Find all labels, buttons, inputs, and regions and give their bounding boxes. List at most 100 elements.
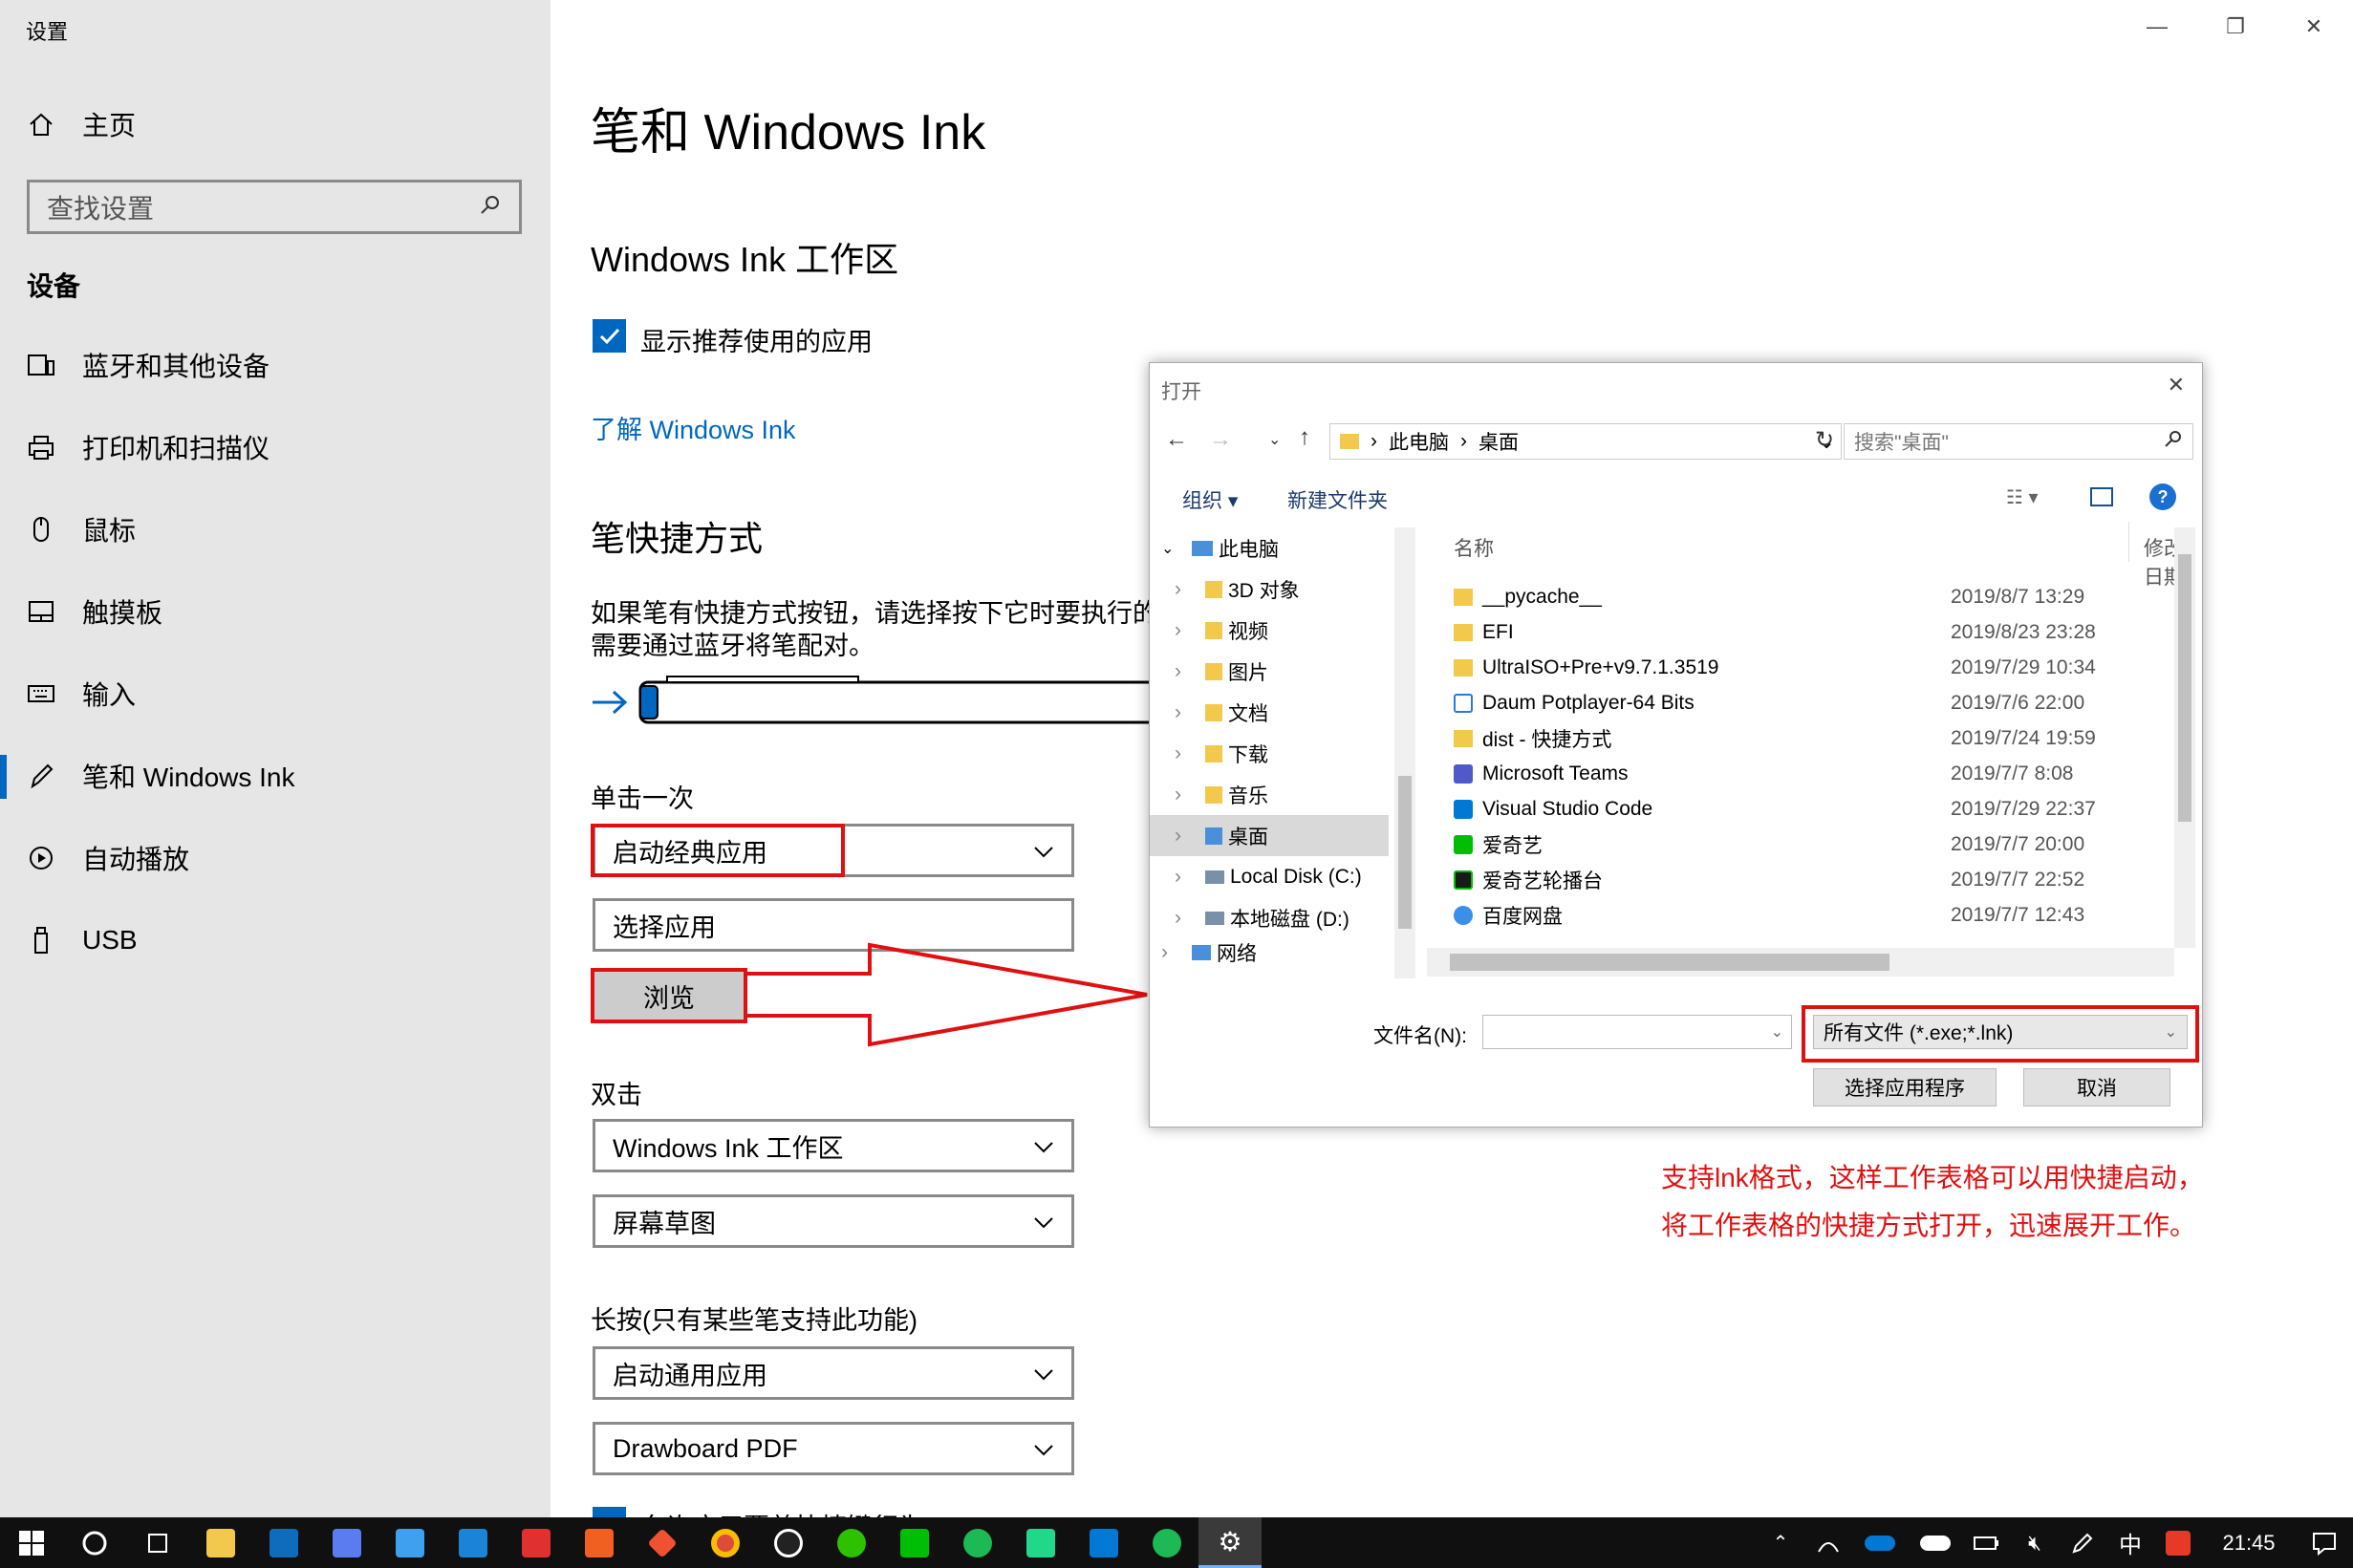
tree-item-desktop[interactable]: › 桌面 (1150, 815, 1389, 856)
close-button[interactable]: ✕ (2275, 0, 2353, 54)
horizontal-scrollbar[interactable] (1427, 948, 2174, 977)
scrollbar-thumb[interactable] (1398, 776, 1412, 929)
breadcrumb-this-pc[interactable]: 此电脑 (1389, 427, 1449, 456)
help-icon[interactable]: ? (2149, 483, 2176, 510)
sidebar-item-autoplay[interactable]: 自动播放 (0, 829, 550, 887)
sidebar-item-pen[interactable]: 笔和 Windows Ink (0, 747, 550, 805)
clock[interactable]: 21:45 (2202, 1531, 2296, 1556)
sidebar-item-home[interactable]: 主页 (0, 96, 550, 153)
history-chevron-icon[interactable]: ⌄ (1268, 430, 1281, 449)
pycharm-taskbar[interactable] (1009, 1517, 1072, 1568)
select-app-button[interactable]: 选择应用程序 (1813, 1068, 1997, 1106)
tree-item-3d-objects[interactable]: › 3D 对象 (1150, 569, 1389, 610)
file-row[interactable]: 爱奇艺轮播台 2019/7/7 22:52 (1454, 862, 2180, 897)
sidebar-item-mouse[interactable]: 鼠标 (0, 501, 550, 558)
app-taskbar-2[interactable] (378, 1517, 442, 1568)
file-row[interactable]: EFI 2019/8/23 23:28 (1454, 614, 2180, 650)
settings-taskbar[interactable]: ⚙ (1198, 1517, 1262, 1568)
view-options-icon[interactable]: ☷ ▾ (2006, 485, 2039, 509)
tree-item-documents[interactable]: › 文档 (1150, 692, 1389, 733)
sidebar-item-label: 打印机和扫描仪 (82, 434, 270, 463)
file-date: 2019/7/7 20:00 (1951, 832, 2085, 855)
pen-workspace-icon[interactable] (2059, 1517, 2106, 1568)
tree-item-local-disk-c[interactable]: › Local Disk (C:) (1150, 856, 1389, 897)
iqiyi-taskbar[interactable] (883, 1517, 946, 1568)
app-taskbar-1[interactable] (315, 1517, 378, 1568)
show-apps-checkbox[interactable] (593, 319, 626, 353)
long-press-app-dropdown[interactable]: Drawboard PDF (593, 1422, 1074, 1475)
expand-chevron-icon: ⌄ (1161, 540, 1175, 557)
app-taskbar-3[interactable] (505, 1517, 568, 1568)
filename-input[interactable]: ⌄ (1482, 1015, 1792, 1049)
wifi-icon[interactable] (1804, 1517, 1852, 1568)
tree-item-pictures[interactable]: › 图片 (1150, 651, 1389, 692)
sidebar-item-touchpad[interactable]: 触摸板 (0, 583, 550, 640)
chrome-taskbar[interactable] (694, 1517, 757, 1568)
up-arrow-icon[interactable]: ↑ (1299, 424, 1310, 451)
battery-icon[interactable] (1963, 1517, 2011, 1568)
wechat-taskbar[interactable] (820, 1517, 883, 1568)
minimize-button[interactable]: — (2118, 0, 2196, 54)
app-taskbar-6[interactable] (1135, 1517, 1198, 1568)
sidebar-item-typing[interactable]: 输入 (0, 665, 550, 722)
tree-item-music[interactable]: › 音乐 (1150, 774, 1389, 815)
ime-indicator[interactable]: 中 (2106, 1517, 2154, 1568)
store-taskbar[interactable] (442, 1517, 505, 1568)
file-row[interactable]: UltraISO+Pre+v9.7.1.3519 2019/7/29 10:34 (1454, 650, 2180, 685)
organize-menu[interactable]: 组织 ▾ (1182, 485, 1238, 514)
file-row[interactable]: Microsoft Teams 2019/7/7 8:08 (1454, 756, 2180, 791)
double-click-dropdown[interactable]: Windows Ink 工作区 (593, 1119, 1074, 1172)
tree-scrollbar[interactable] (1394, 527, 1415, 978)
cortana-button[interactable] (63, 1517, 126, 1568)
override-checkbox[interactable] (593, 1507, 626, 1517)
refresh-icon[interactable]: ↻ (1815, 426, 1834, 454)
scrollbar-thumb[interactable] (1450, 954, 1889, 971)
tree-item-this-pc[interactable]: ⌄ 此电脑 (1150, 527, 1389, 569)
scrollbar-thumb[interactable] (2178, 554, 2191, 822)
long-press-dropdown[interactable]: 启动通用应用 (593, 1346, 1074, 1400)
file-row[interactable]: Visual Studio Code 2019/7/29 22:37 (1454, 791, 2180, 827)
preview-pane-icon[interactable] (2090, 487, 2113, 506)
chevron-up-icon[interactable]: ⌃ (1757, 1517, 1804, 1568)
tree-item-downloads[interactable]: › 下载 (1150, 733, 1389, 774)
sidebar-item-bluetooth[interactable]: 蓝牙和其他设备 (0, 336, 550, 394)
column-header-name[interactable]: 名称 (1454, 533, 1494, 562)
dialog-close-button[interactable]: ✕ (2168, 373, 2185, 397)
forward-arrow-icon[interactable]: → (1209, 426, 1232, 453)
vscode-taskbar[interactable] (1072, 1517, 1135, 1568)
task-view-button[interactable] (126, 1517, 189, 1568)
git-taskbar[interactable] (631, 1517, 694, 1568)
file-list-scrollbar[interactable] (2174, 527, 2195, 948)
notification-center-icon[interactable] (2296, 1517, 2353, 1568)
onedrive-icon[interactable] (1852, 1517, 1908, 1568)
file-row[interactable]: dist - 快捷方式 2019/7/24 19:59 (1454, 720, 2180, 756)
file-row[interactable]: 爱奇艺 2019/7/7 20:00 (1454, 827, 2180, 862)
back-arrow-icon[interactable]: ← (1165, 426, 1188, 453)
sidebar-item-printers[interactable]: 打印机和扫描仪 (0, 419, 550, 476)
dialog-search-input[interactable]: 搜索"桌面" (1844, 423, 2193, 460)
file-explorer-taskbar[interactable] (189, 1517, 252, 1568)
file-row[interactable]: Daum Potplayer-64 Bits 2019/7/6 22:00 (1454, 685, 2180, 720)
onedrive-personal-icon[interactable] (1908, 1517, 1963, 1568)
start-button[interactable] (0, 1517, 63, 1568)
search-input[interactable]: 查找设置 (27, 180, 522, 234)
file-row[interactable]: 百度网盘 2019/7/7 12:43 (1454, 897, 2180, 933)
sogou-ime-icon[interactable] (2154, 1517, 2202, 1568)
restore-button[interactable]: ❐ (2196, 0, 2275, 54)
outlook-taskbar[interactable] (252, 1517, 315, 1568)
tree-item-network[interactable]: › 网络 (1150, 938, 1389, 967)
qq-taskbar[interactable] (757, 1517, 820, 1568)
app-taskbar-5[interactable] (946, 1517, 1009, 1568)
tree-item-videos[interactable]: › 视频 (1150, 610, 1389, 651)
address-bar[interactable]: › 此电脑 › 桌面 ⌄ (1329, 423, 1842, 460)
sidebar-item-usb[interactable]: USB (0, 912, 550, 969)
cancel-button[interactable]: 取消 (2023, 1068, 2170, 1106)
breadcrumb-desktop[interactable]: 桌面 (1479, 427, 1519, 456)
learn-windows-ink-link[interactable]: 了解 Windows Ink (591, 409, 796, 446)
new-folder-button[interactable]: 新建文件夹 (1287, 485, 1388, 514)
tree-item-local-disk-d[interactable]: › 本地磁盘 (D:) (1150, 897, 1389, 938)
double-click-app-dropdown[interactable]: 屏幕草图 (593, 1194, 1074, 1248)
file-row[interactable]: __pycache__ 2019/8/7 13:29 (1454, 579, 2180, 614)
app-taskbar-4[interactable] (568, 1517, 631, 1568)
volume-mute-icon[interactable]: 🔇︎ (2011, 1517, 2059, 1568)
